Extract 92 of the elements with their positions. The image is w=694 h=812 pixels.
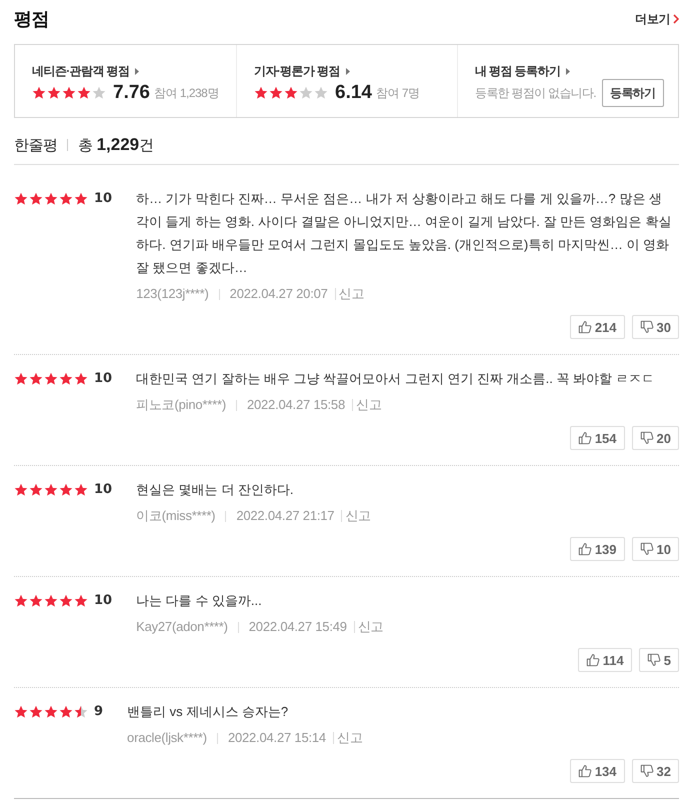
star-icon: [47, 86, 61, 100]
caret-icon: [566, 68, 570, 74]
reviews-title: 한줄평: [14, 136, 58, 154]
star-icon: [59, 704, 73, 718]
dislike-button[interactable]: 30: [632, 315, 679, 339]
thumbs-up-icon: [578, 431, 592, 445]
thumbs-down-icon: [640, 764, 654, 778]
star-icon: [299, 86, 313, 100]
thumbs-up-icon: [578, 542, 592, 556]
caret-icon: [346, 68, 350, 74]
participant-count: 참여 7명: [376, 84, 420, 102]
star-icon: [14, 704, 28, 718]
star-icon: [74, 192, 88, 206]
review-author: 피노코(pino****): [136, 396, 226, 414]
review-score: 10: [94, 593, 112, 608]
star-icon: [44, 594, 58, 608]
review-text: 대한민국 연기 잘하는 배우 그냥 싹끌어모아서 그런지 연기 진짜 개소름.. 꼭 봐야할 ㄹㅈㄷ: [136, 370, 656, 388]
star-icon: [29, 192, 43, 206]
rating-link[interactable]: 기자·평론가 평점: [254, 62, 350, 80]
star-icon: [44, 704, 58, 718]
star-icon: [59, 192, 73, 206]
rating-link[interactable]: 내 평점 등록하기: [475, 62, 570, 80]
empty-rating-message: 등록한 평점이 없습니다.: [475, 84, 596, 102]
chevron-right-icon: [673, 14, 679, 24]
thumbs-down-icon: [640, 320, 654, 334]
review-score: 10: [94, 191, 112, 206]
star-icon: [29, 704, 43, 718]
star-icon: [59, 594, 73, 608]
review-score: 10: [94, 371, 112, 386]
star-icon: [29, 482, 43, 496]
star-icon: [44, 192, 58, 206]
review-text: 밴틀리 vs 제네시스 승자는?: [127, 703, 290, 721]
review-score: 9: [94, 704, 104, 719]
section-title: 평점: [14, 8, 49, 31]
like-button[interactable]: 114: [578, 648, 632, 672]
star-icon: [314, 86, 328, 100]
thumbs-down-icon: [640, 431, 654, 445]
review-author: Kay27(adon****): [136, 618, 228, 636]
review-text: 현실은 몇배는 더 잔인하다.: [136, 481, 295, 499]
star-icon: [59, 372, 73, 386]
more-link[interactable]: 더보기: [635, 10, 679, 28]
review-date: 2022.04.27 15:49: [248, 618, 347, 636]
review-text: 나는 다를 수 있을까...: [136, 592, 263, 610]
thumbs-down-icon: [640, 542, 654, 556]
review-date: 2022.04.27 15:14: [228, 729, 326, 747]
like-button[interactable]: 154: [570, 426, 625, 450]
caret-icon: [135, 68, 140, 74]
rating-link[interactable]: 네티즌·관람객 평점: [32, 62, 140, 80]
dislike-button[interactable]: 20: [632, 426, 679, 450]
star-icon: [29, 372, 43, 386]
rating-score: 7.76: [113, 82, 150, 104]
star-icon: [284, 86, 298, 100]
star-icon: [32, 86, 46, 100]
review-author: 123(123j****): [136, 285, 209, 303]
star-icon: [74, 594, 88, 608]
review-date: 2022.04.27 21:17: [236, 507, 334, 525]
thumbs-up-icon: [586, 653, 600, 667]
review-date: 2022.04.27 20:07: [230, 285, 328, 303]
star-icon: [62, 86, 76, 100]
review-text: 하… 기가 막힌다 진짜… 무서운 점은… 내가 저 상황이라고 해도 다를 게 있을까…? 많은 생각이 들게 하는 영화. 사이다 결말은 아니었지만… 여운이 길게 남았다. 잘 만든 영화임은 확실하다. 연기파 배우들만 모여서 그런지 몰입도도 높았음. (개인적으로)특히 마지막씬… 이 영화 잘 됐으면 좋겠다…: [136, 190, 672, 277]
review-author: 이코(miss****): [136, 507, 216, 525]
review-author: oracle(ljsk****): [127, 729, 207, 747]
like-button[interactable]: 214: [570, 315, 625, 339]
star-icon: [29, 594, 43, 608]
star-icon: [44, 482, 58, 496]
star-icon: [74, 482, 88, 496]
register-button[interactable]: 등록하기: [602, 79, 664, 107]
thumbs-down-icon: [646, 653, 661, 667]
star-icon: [14, 594, 28, 608]
dislike-button[interactable]: 10: [632, 537, 679, 561]
review-score: 10: [94, 482, 112, 497]
star-icon: [92, 86, 106, 100]
dislike-button[interactable]: 32: [632, 759, 679, 783]
star-icon: [59, 482, 73, 496]
rating-score: 6.14: [335, 82, 372, 104]
star-icon: [44, 372, 58, 386]
review-date: 2022.04.27 15:58: [246, 396, 345, 414]
star-icon: [14, 192, 28, 206]
star-icon: [74, 372, 88, 386]
review-total: 총 1,229건: [78, 135, 154, 155]
star-icon: [74, 704, 88, 718]
dislike-button[interactable]: 5: [638, 648, 679, 672]
star-icon: [269, 86, 283, 100]
star-icon: [254, 86, 268, 100]
like-button[interactable]: 139: [570, 537, 625, 561]
thumbs-up-icon: [578, 320, 592, 334]
like-button[interactable]: 134: [570, 759, 625, 783]
star-icon: [77, 86, 91, 100]
participant-count: 참여 1,238명: [154, 84, 219, 102]
star-icon: [14, 482, 28, 496]
thumbs-up-icon: [578, 764, 592, 778]
star-icon: [14, 372, 28, 386]
